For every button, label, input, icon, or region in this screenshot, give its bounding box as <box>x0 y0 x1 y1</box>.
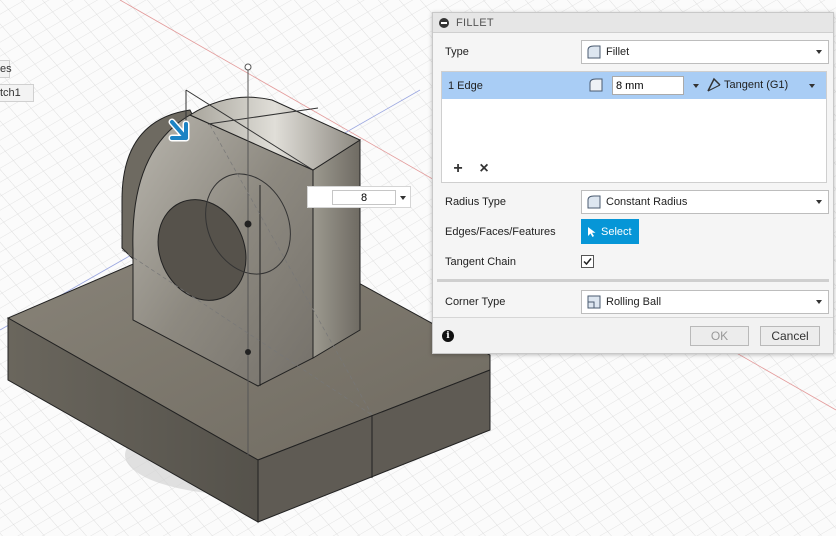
radius-icon <box>589 78 603 92</box>
radius-type-row: Radius Type Constant Radius <box>445 189 829 215</box>
edges-row: Edges/Faces/Features Select <box>445 219 821 245</box>
edge-row-selected[interactable]: 1 Edge Tangent (G1) <box>442 72 826 99</box>
browser-item-sketch[interactable]: tch1 <box>0 84 34 102</box>
dialog-footer: i OK Cancel <box>433 317 833 353</box>
cursor-icon <box>588 226 596 237</box>
radius-type-label: Radius Type <box>445 196 506 208</box>
edge-name: 1 Edge <box>448 79 483 92</box>
radius-manipulator-input[interactable] <box>307 186 411 208</box>
chevron-down-icon <box>816 50 822 54</box>
edges-label: Edges/Faces/Features <box>445 226 556 238</box>
corner-type-label: Corner Type <box>445 296 506 308</box>
tangent-chain-checkbox[interactable] <box>581 255 594 268</box>
constant-radius-icon <box>587 195 601 209</box>
dialog-header[interactable]: FILLET <box>433 13 833 33</box>
ok-button[interactable]: OK <box>690 326 749 346</box>
chevron-down-icon[interactable] <box>693 84 699 88</box>
info-icon[interactable]: i <box>442 330 454 342</box>
type-value: Fillet <box>606 46 630 58</box>
type-dropdown[interactable]: Fillet <box>581 40 829 64</box>
browser-item-label: es <box>0 63 12 75</box>
chevron-down-icon <box>816 300 822 304</box>
browser-item-label: tch1 <box>0 87 21 99</box>
radius-type-value: Constant Radius <box>606 196 688 208</box>
corner-type-row: Corner Type Rolling Ball <box>445 289 829 315</box>
type-row: Type Fillet <box>445 39 829 65</box>
check-icon <box>583 258 592 266</box>
fillet-icon <box>587 45 601 59</box>
select-button[interactable]: Select <box>581 219 639 244</box>
edge-list: 1 Edge Tangent (G1) + × <box>441 71 827 183</box>
section-divider <box>437 279 829 282</box>
tangent-chain-row: Tangent Chain <box>445 249 821 275</box>
chevron-down-icon <box>816 200 822 204</box>
browser-item[interactable]: es <box>0 60 12 78</box>
continuity-value[interactable]: Tangent (G1) <box>724 79 788 91</box>
radius-input[interactable] <box>612 76 684 95</box>
corner-type-value: Rolling Ball <box>606 296 662 308</box>
radius-type-dropdown[interactable]: Constant Radius <box>581 190 829 214</box>
radius-manipulator-field[interactable] <box>332 190 396 205</box>
cancel-button[interactable]: Cancel <box>760 326 820 346</box>
chevron-down-icon[interactable] <box>809 84 815 88</box>
tangent-icon <box>707 77 721 92</box>
edge-list-tools: + × <box>450 160 492 178</box>
fillet-dialog: FILLET Type Fillet 1 Edge Tangent (G1) +… <box>432 12 834 354</box>
tangent-chain-label: Tangent Chain <box>445 256 516 268</box>
collapse-icon[interactable] <box>439 17 449 28</box>
chevron-down-icon[interactable] <box>400 196 406 200</box>
corner-type-dropdown[interactable]: Rolling Ball <box>581 290 829 314</box>
type-label: Type <box>445 46 469 58</box>
dialog-title: FILLET <box>456 16 494 29</box>
add-icon[interactable]: + <box>450 160 466 178</box>
rolling-ball-icon <box>587 295 601 309</box>
remove-icon[interactable]: × <box>476 160 492 178</box>
select-button-label: Select <box>601 225 632 238</box>
